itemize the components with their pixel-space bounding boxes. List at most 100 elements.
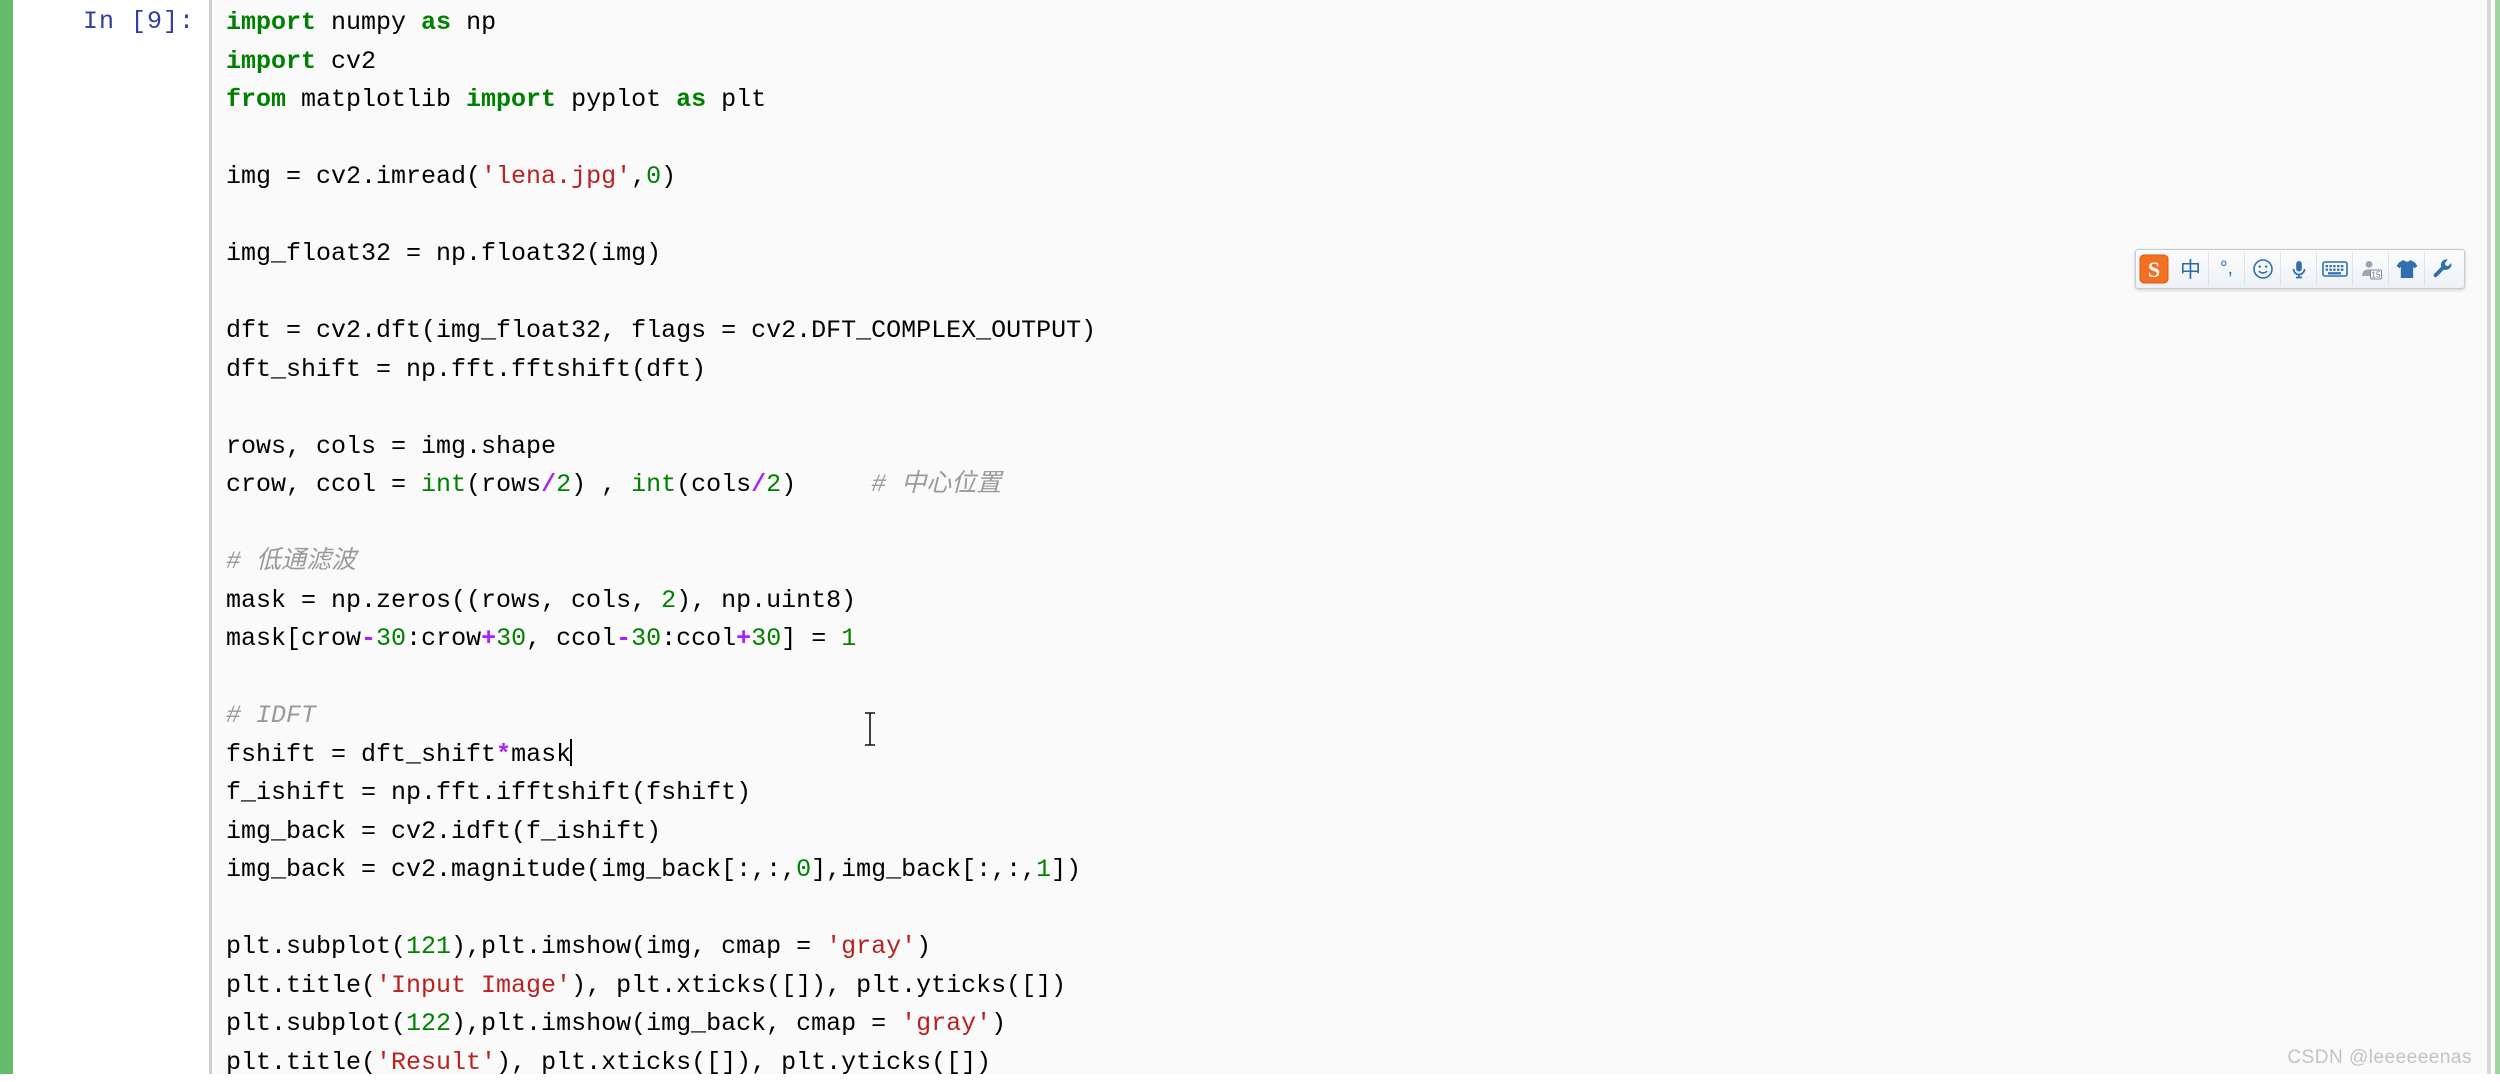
code-line[interactable]: plt.subplot(122),plt.imshow(img_back, cm… — [226, 1005, 1096, 1044]
code-line[interactable]: img_back = cv2.magnitude(img_back[:,:,0]… — [226, 851, 1096, 890]
code-token-plain: img_back = cv2.idft(f_ishift) — [226, 817, 661, 846]
code-token-num: 30 — [496, 624, 526, 653]
code-token-op: + — [736, 624, 751, 653]
code-token-str: 'Input Image' — [376, 971, 571, 1000]
code-token-plain: img_back = cv2.magnitude(img_back[:,:, — [226, 855, 796, 884]
code-token-plain: , ccol — [526, 624, 616, 653]
code-token-plain: dft_shift = np.fft.fftshift(dft) — [226, 355, 706, 384]
notebook-code-cell[interactable]: In [9]: import numpy as npimport cv2from… — [0, 0, 2500, 1074]
code-line[interactable]: from matplotlib import pyplot as plt — [226, 81, 1096, 120]
code-line[interactable]: import cv2 — [226, 43, 1096, 82]
code-token-plain: f_ishift = np.fft.ifftshift(fshift) — [226, 778, 751, 807]
code-editor[interactable]: import numpy as npimport cv2from matplot… — [209, 0, 2487, 1074]
code-token-num: 0 — [796, 855, 811, 884]
code-token-plain: plt.subplot( — [226, 1009, 406, 1038]
code-token-plain: img = cv2.imread( — [226, 162, 481, 191]
code-line[interactable]: plt.subplot(121),plt.imshow(img, cmap = … — [226, 928, 1096, 967]
code-token-num: 0 — [646, 162, 661, 191]
code-token-plain: ) — [781, 470, 871, 499]
code-token-plain: plt.subplot( — [226, 932, 406, 961]
code-line[interactable]: crow, ccol = int(rows/2) , int(cols/2) #… — [226, 466, 1096, 505]
ime-chinese-mode-icon[interactable]: 中 — [2173, 252, 2209, 286]
code-line[interactable]: fshift = dft_shift*mask — [226, 736, 1096, 775]
code-token-num: 1 — [1036, 855, 1051, 884]
code-token-op: - — [616, 624, 631, 653]
code-token-plain: ), np.uint8) — [676, 586, 856, 615]
code-token-num: 122 — [406, 1009, 451, 1038]
code-line[interactable]: rows, cols = img.shape — [226, 428, 1096, 467]
code-line[interactable]: # 低通滤波 — [226, 543, 1096, 582]
code-line[interactable] — [226, 505, 1096, 544]
code-line[interactable]: img = cv2.imread('lena.jpg',0) — [226, 158, 1096, 197]
code-line[interactable]: dft = cv2.dft(img_float32, flags = cv2.D… — [226, 312, 1096, 351]
code-token-plain: ), plt.xticks([]), plt.yticks([]) — [571, 971, 1066, 1000]
code-line[interactable] — [226, 659, 1096, 698]
code-token-comment: # IDFT — [226, 701, 316, 730]
code-token-plain: mask = np.zeros((rows, cols, — [226, 586, 661, 615]
code-line[interactable] — [226, 389, 1096, 428]
code-token-plain: cv2 — [316, 47, 376, 76]
code-token-kw: import — [226, 47, 316, 76]
code-token-op: / — [541, 470, 556, 499]
code-line[interactable]: # IDFT — [226, 697, 1096, 736]
sogou-ime-toolbar[interactable]: S 中 °, — [2135, 249, 2465, 289]
cell-right-selection-border — [2495, 0, 2500, 1074]
code-token-plain: :crow — [406, 624, 481, 653]
code-line[interactable] — [226, 890, 1096, 929]
code-line[interactable] — [226, 274, 1096, 313]
code-token-str: 'gray' — [826, 932, 916, 961]
code-token-num: 2 — [766, 470, 781, 499]
code-line[interactable]: img_float32 = np.float32(img) — [226, 235, 1096, 274]
code-token-plain: crow, ccol = — [226, 470, 421, 499]
code-line[interactable] — [226, 120, 1096, 159]
code-line[interactable]: import numpy as np — [226, 4, 1096, 43]
ime-settings-wrench-icon[interactable] — [2425, 252, 2460, 286]
ime-skin-icon[interactable] — [2389, 252, 2425, 286]
code-token-num: 2 — [556, 470, 571, 499]
code-token-plain: ), plt.xticks([]), plt.yticks([]) — [496, 1048, 991, 1077]
code-token-op: * — [496, 740, 511, 769]
code-line[interactable]: img_back = cv2.idft(f_ishift) — [226, 813, 1096, 852]
code-token-num: 1 — [841, 624, 856, 653]
code-token-op: / — [751, 470, 766, 499]
code-token-plain: np — [451, 8, 496, 37]
code-token-plain: matplotlib — [286, 85, 466, 114]
code-token-plain: ]) — [1051, 855, 1081, 884]
code-token-plain: img_float32 = np.float32(img) — [226, 239, 661, 268]
code-token-comment: # 低通滤波 — [226, 547, 356, 576]
code-token-kw: as — [421, 8, 451, 37]
code-token-builtin: int — [631, 470, 676, 499]
code-token-str: 'gray' — [901, 1009, 991, 1038]
code-token-plain: ],img_back[:,:, — [811, 855, 1036, 884]
code-token-plain: mask[crow — [226, 624, 361, 653]
code-token-num: 2 — [661, 586, 676, 615]
code-token-plain: ),plt.imshow(img_back, cmap = — [451, 1009, 901, 1038]
code-token-plain: ) — [916, 932, 931, 961]
code-line[interactable]: plt.title('Result'), plt.xticks([]), plt… — [226, 1044, 1096, 1082]
code-token-plain: ) — [661, 162, 676, 191]
sogou-logo-icon[interactable]: S — [2137, 252, 2171, 286]
code-token-plain: (rows — [466, 470, 541, 499]
code-line[interactable]: mask = np.zeros((rows, cols, 2), np.uint… — [226, 582, 1096, 621]
code-token-kw: from — [226, 85, 286, 114]
code-token-op: - — [361, 624, 376, 653]
code-token-op: + — [481, 624, 496, 653]
code-line[interactable]: plt.title('Input Image'), plt.xticks([])… — [226, 967, 1096, 1006]
code-line[interactable] — [226, 197, 1096, 236]
code-token-num: 30 — [751, 624, 781, 653]
ime-user-center-icon[interactable]: 15 — [2353, 252, 2389, 286]
code-line[interactable]: mask[crow-30:crow+30, ccol-30:ccol+30] =… — [226, 620, 1096, 659]
ime-soft-keyboard-icon[interactable] — [2317, 252, 2353, 286]
code-source[interactable]: import numpy as npimport cv2from matplot… — [226, 4, 1096, 1082]
code-token-comment: # 中心位置 — [871, 470, 1001, 499]
code-line[interactable]: f_ishift = np.fft.ifftshift(fshift) — [226, 774, 1096, 813]
ime-voice-input-icon[interactable] — [2281, 252, 2317, 286]
code-token-plain: pyplot — [556, 85, 676, 114]
code-token-plain: rows, cols = img.shape — [226, 432, 556, 461]
code-line[interactable]: dft_shift = np.fft.fftshift(dft) — [226, 351, 1096, 390]
ime-punctuation-icon[interactable]: °, — [2209, 252, 2245, 286]
code-token-str: 'Result' — [376, 1048, 496, 1077]
code-token-kw: import — [466, 85, 556, 114]
ime-emoji-icon[interactable] — [2245, 252, 2281, 286]
code-token-plain: ) — [991, 1009, 1006, 1038]
